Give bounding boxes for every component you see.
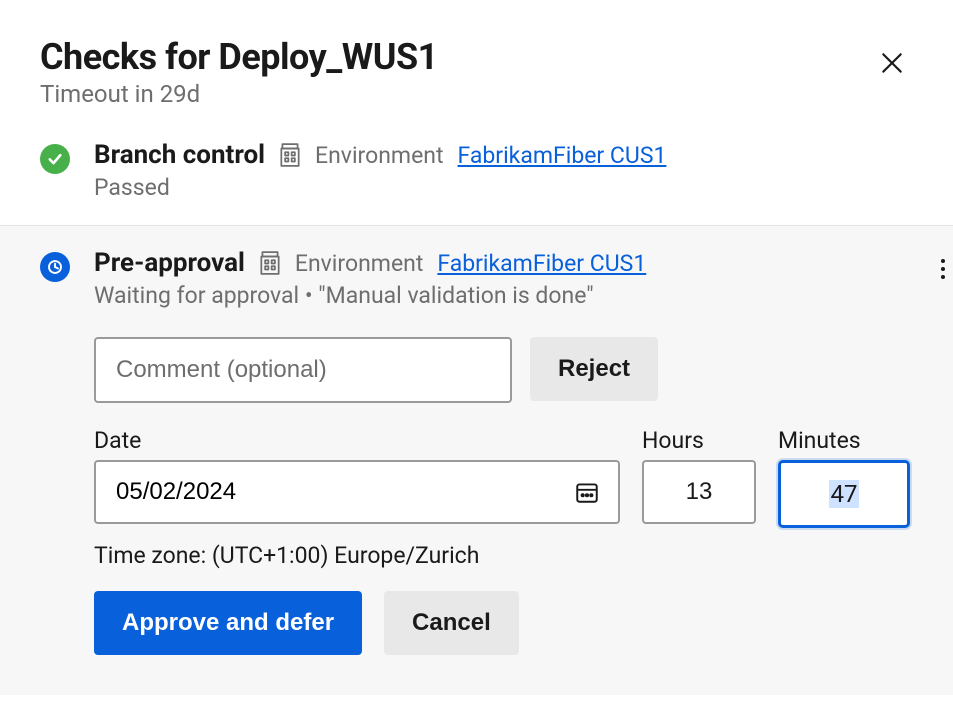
check-title-row: Branch control Environment FabrikamFiber… bbox=[94, 140, 913, 170]
status-waiting-icon bbox=[40, 252, 70, 282]
more-vertical-icon bbox=[940, 258, 946, 280]
comment-row: Reject bbox=[94, 337, 910, 403]
environment-link[interactable]: FabrikamFiber CUS1 bbox=[437, 250, 646, 277]
date-label: Date bbox=[94, 427, 620, 454]
status-success-icon bbox=[40, 144, 70, 174]
environment-link[interactable]: FabrikamFiber CUS1 bbox=[458, 142, 667, 169]
hours-label: Hours bbox=[642, 427, 756, 454]
hours-input[interactable] bbox=[642, 460, 756, 524]
header-text: Checks for Deploy_WUS1 Timeout in 29d bbox=[40, 36, 438, 108]
check-title-row: Pre-approval Environment FabrikamFiber C… bbox=[94, 248, 910, 278]
action-row: Approve and defer Cancel bbox=[94, 591, 910, 655]
date-field: Date bbox=[94, 427, 620, 528]
date-input[interactable] bbox=[116, 462, 570, 522]
schedule-row: Date Hours Minutes bbox=[94, 427, 910, 528]
environment-icon bbox=[279, 142, 301, 168]
cancel-button[interactable]: Cancel bbox=[384, 591, 519, 655]
comment-input[interactable] bbox=[94, 337, 512, 403]
check-pre-approval: Pre-approval Environment FabrikamFiber C… bbox=[0, 225, 953, 695]
minutes-input[interactable]: 47 bbox=[778, 460, 910, 528]
check-body: Pre-approval Environment FabrikamFiber C… bbox=[94, 248, 910, 655]
more-menu-button[interactable] bbox=[934, 252, 952, 286]
close-button[interactable] bbox=[871, 42, 913, 84]
environment-label: Environment bbox=[315, 142, 444, 169]
check-title: Pre-approval bbox=[94, 248, 245, 278]
minutes-field: Minutes 47 bbox=[778, 427, 910, 528]
panel-header: Checks for Deploy_WUS1 Timeout in 29d bbox=[0, 0, 953, 118]
close-icon bbox=[879, 50, 905, 76]
hours-field: Hours bbox=[642, 427, 756, 528]
check-branch-control: Branch control Environment FabrikamFiber… bbox=[0, 118, 953, 225]
page-title: Checks for Deploy_WUS1 bbox=[40, 36, 438, 78]
checks-panel: Checks for Deploy_WUS1 Timeout in 29d Br… bbox=[0, 0, 953, 695]
check-status: Waiting for approval • "Manual validatio… bbox=[94, 282, 910, 309]
calendar-button[interactable] bbox=[570, 475, 604, 509]
minutes-value: 47 bbox=[829, 480, 860, 508]
check-status: Passed bbox=[94, 174, 913, 201]
timezone-label: Time zone: (UTC+1:00) Europe/Zurich bbox=[94, 542, 910, 569]
environment-label: Environment bbox=[295, 250, 424, 277]
environment-icon bbox=[259, 250, 281, 276]
check-body: Branch control Environment FabrikamFiber… bbox=[94, 140, 913, 201]
approve-defer-button[interactable]: Approve and defer bbox=[94, 591, 362, 655]
timeout-label: Timeout in 29d bbox=[40, 80, 438, 108]
calendar-icon bbox=[574, 479, 600, 505]
date-input-wrap[interactable] bbox=[94, 460, 620, 524]
minutes-label: Minutes bbox=[778, 427, 910, 454]
reject-button[interactable]: Reject bbox=[530, 337, 658, 401]
check-title: Branch control bbox=[94, 140, 265, 170]
